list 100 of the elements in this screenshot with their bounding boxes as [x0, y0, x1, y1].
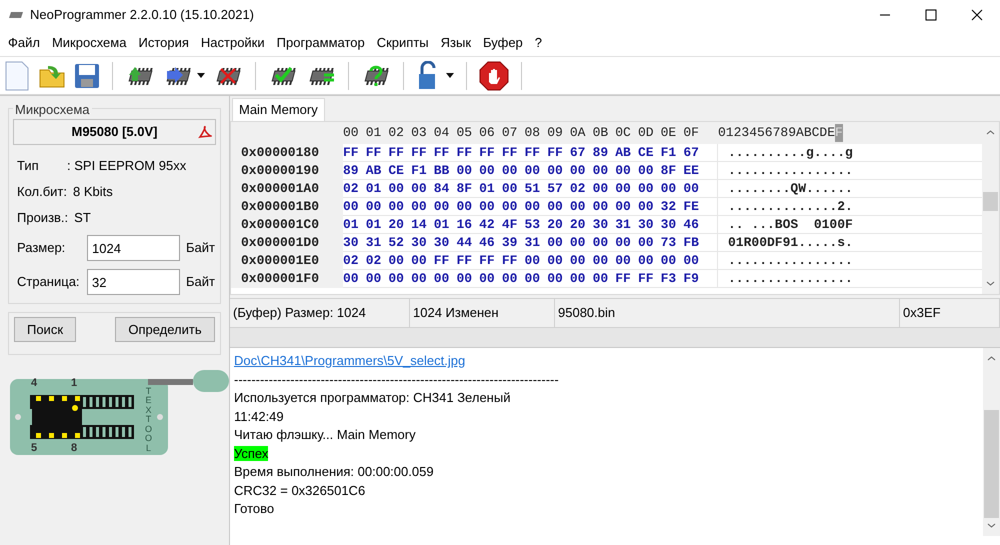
log-line: Время выполнения: 00:00:00.059	[234, 464, 434, 479]
save-icon[interactable]	[74, 62, 100, 88]
ascii-cell-text: ................	[727, 252, 853, 270]
hex-cell-text: FF	[456, 144, 474, 162]
hex-cell-text: 00	[615, 198, 632, 216]
success-message: Успех	[234, 446, 268, 460]
hex-cell-text: BB	[434, 162, 450, 180]
hex-cell-text: 02	[570, 180, 586, 198]
hex-cell-text: FF	[524, 144, 542, 162]
column-header: 00	[343, 124, 360, 142]
hex-cell-text: 00	[660, 252, 678, 270]
hex-cell-text: 16	[456, 216, 474, 234]
hex-cell-text: FF	[547, 144, 564, 162]
hex-cell-text: 4F	[502, 216, 518, 234]
scrollbar[interactable]	[983, 348, 1000, 536]
app-icon	[8, 9, 24, 21]
hex-cell-text: 30	[638, 216, 655, 234]
hex-cell-text: 00	[366, 270, 382, 288]
hex-cell-text: 00	[638, 234, 655, 252]
hex-cell-text: 31	[615, 216, 632, 234]
scrollbar[interactable]	[982, 122, 999, 294]
hex-cell-text: 00	[434, 198, 450, 216]
column-header: 0D	[638, 124, 655, 142]
column-header: 04	[434, 124, 450, 142]
address-cell: 0x00000190	[231, 162, 343, 180]
menu-item[interactable]: ?	[528, 33, 548, 53]
column-header: 07	[502, 124, 518, 142]
hex-cell-text: 00	[638, 162, 655, 180]
hex-cell-text: 00	[502, 198, 518, 216]
hex-cell-text: 00	[570, 162, 586, 180]
hex-cell-text: 20	[570, 216, 586, 234]
hex-cell-text: 31	[366, 234, 382, 252]
hex-cell-text: 00	[343, 198, 360, 216]
hex-cell-text: FB	[683, 234, 700, 252]
brand-label: TEXTOOL	[144, 387, 153, 454]
address-cell: 0x000001F0	[231, 270, 343, 288]
hex-cell-text: FF	[479, 252, 496, 270]
hex-cell-text: 00	[615, 162, 632, 180]
hex-cell-text: 00	[411, 180, 428, 198]
hex-cell-text: 00	[592, 270, 610, 288]
number-field[interactable]: 32	[87, 269, 180, 295]
hex-cell-text: 30	[411, 234, 428, 252]
hex-cell-text: 00	[615, 234, 632, 252]
pdf-icon[interactable]	[198, 125, 212, 139]
hex-cell-text: 00	[456, 198, 474, 216]
menu-item[interactable]: Микросхема	[46, 33, 132, 53]
hex-cell-text: 52	[388, 234, 405, 252]
caret-icon[interactable]	[197, 73, 205, 78]
hex-cell-text: 14	[411, 216, 428, 234]
menu-item[interactable]: Файл	[2, 33, 46, 53]
hex-cell-text: 00	[502, 162, 518, 180]
search-button[interactable]: Поиск	[14, 317, 76, 342]
number-field[interactable]: 1024	[87, 235, 180, 261]
cursor-cell: F	[835, 124, 843, 142]
log-line: Готово	[234, 501, 274, 516]
chip-name: M95080 [5.0V]	[72, 123, 158, 142]
hex-cell-text: 00	[592, 234, 610, 252]
menu-item[interactable]: Настройки	[194, 33, 271, 53]
info-value: ST	[74, 209, 91, 228]
hex-cell-text: F9	[683, 270, 700, 288]
hex-cell-text: EE	[683, 162, 700, 180]
menu-item[interactable]: Язык	[434, 33, 478, 53]
hex-cell-text: 00	[683, 180, 700, 198]
hex-cell-text: 46	[479, 234, 496, 252]
detect-button[interactable]: Определить	[115, 317, 215, 342]
hex-cell-text: FF	[615, 270, 632, 288]
hex-cell-text: 00	[592, 198, 610, 216]
menu-item[interactable]: История	[132, 33, 195, 53]
hex-cell-text: 44	[456, 234, 474, 252]
hex-cell-text: 02	[366, 252, 382, 270]
hex-cell-text: 42	[479, 216, 496, 234]
menu-item[interactable]: Буфер	[477, 33, 529, 53]
hex-cell-text: 00	[388, 270, 405, 288]
hex-cell-text: FF	[502, 144, 518, 162]
hex-cell-text: 00	[456, 270, 474, 288]
hex-cell-text: F1	[660, 144, 678, 162]
ascii-cell-text: ................	[727, 270, 853, 288]
tab[interactable]: Main Memory	[232, 98, 325, 121]
hex-cell-text: 00	[570, 234, 586, 252]
hex-cell-text: FF	[479, 144, 496, 162]
hex-cell-text: 00	[638, 198, 655, 216]
caret-icon[interactable]	[446, 73, 454, 78]
hex-cell-text: 00	[615, 252, 632, 270]
hex-cell-text: AB	[615, 144, 632, 162]
hex-cell-text: 00	[547, 162, 564, 180]
hex-cell-text: 01	[343, 216, 360, 234]
hex-cell-text: 00	[547, 270, 564, 288]
menu-item[interactable]: Программатор	[270, 33, 371, 53]
hex-cell-text: FF	[434, 144, 450, 162]
hex-cell-text: 67	[570, 144, 586, 162]
ascii-cell-text: .. ...BOS 0100F	[727, 216, 853, 234]
ascii-header: 0123456789ABCDE	[718, 124, 836, 142]
stop-icon[interactable]	[479, 60, 509, 90]
status-cell: (Буфер) Размер: 1024	[230, 299, 410, 327]
column-header: 01	[366, 124, 382, 142]
ascii-cell-text: ..........g....g	[727, 144, 853, 162]
file-link[interactable]: Doc\CH341\Programmers\5V_select.jpg	[234, 353, 466, 368]
window-title: NeoProgrammer 2.2.0.10 (15.10.2021)	[30, 6, 254, 24]
address-cell: 0x000001D0	[231, 234, 343, 252]
menu-item[interactable]: Скрипты	[370, 33, 435, 53]
